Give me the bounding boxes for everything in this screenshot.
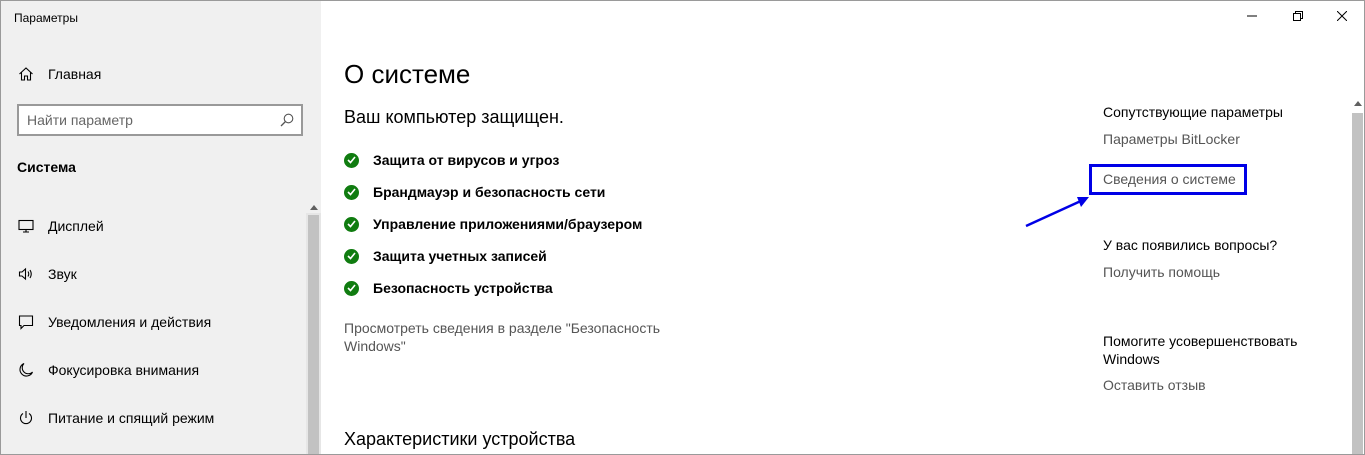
search-icon[interactable]: [279, 112, 295, 128]
search-box[interactable]: [17, 104, 303, 136]
page-title: О системе: [344, 59, 471, 89]
feedback-link[interactable]: Оставить отзыв: [1103, 377, 1206, 393]
sidebar-item-label: Звук: [48, 266, 77, 282]
checkmark-icon: [344, 280, 359, 296]
bitlocker-link[interactable]: Параметры BitLocker: [1103, 131, 1240, 147]
get-help-link[interactable]: Получить помощь: [1103, 264, 1220, 280]
improve-windows-heading: Помогите усовершенствовать Windows: [1103, 333, 1298, 367]
sidebar-item-display[interactable]: Дисплей: [1, 206, 306, 246]
sidebar-scroll-thumb[interactable]: [308, 215, 319, 454]
sidebar-item-label: Главная: [48, 66, 102, 82]
check-item: Управление приложениями/браузером: [344, 214, 642, 234]
window-title: Параметры: [14, 11, 78, 25]
windows-security-link[interactable]: Просмотреть сведения в разделе "Безопасн…: [344, 319, 674, 355]
check-label: Защита учетных записей: [373, 248, 547, 264]
notification-icon: [17, 313, 35, 331]
check-item: Защита от вирусов и угроз: [344, 150, 559, 170]
checkmark-icon: [344, 216, 359, 232]
section-heading: Система: [17, 159, 76, 175]
restore-button[interactable]: [1275, 1, 1321, 33]
protection-heading: Ваш компьютер защищен.: [344, 107, 564, 127]
sidebar-item-sound[interactable]: Звук: [1, 254, 306, 294]
close-button[interactable]: [1319, 1, 1364, 33]
restore-icon: [1293, 8, 1303, 26]
settings-window: Параметры Главная Система Дисплей Звук: [0, 0, 1365, 455]
annotation-highlight-box: [1089, 164, 1247, 195]
close-icon: [1336, 8, 1348, 26]
sidebar-item-power[interactable]: Питание и спящий режим: [1, 398, 306, 438]
questions-heading: У вас появились вопросы?: [1103, 237, 1278, 253]
sidebar-item-focus[interactable]: Фокусировка внимания: [1, 350, 306, 390]
annotation-arrow-icon: [1025, 197, 1089, 228]
sidebar-item-label: Питание и спящий режим: [48, 410, 215, 426]
related-settings-heading: Сопутствующие параметры: [1103, 104, 1283, 120]
sidebar-item-label: Дисплей: [48, 218, 104, 234]
check-item: Безопасность устройства: [344, 278, 553, 298]
moon-icon: [17, 361, 35, 379]
sidebar-item-home[interactable]: Главная: [1, 54, 306, 94]
scroll-up-arrow-icon[interactable]: [1350, 96, 1364, 110]
checkmark-icon: [344, 152, 359, 168]
home-icon: [17, 65, 35, 83]
check-item: Защита учетных записей: [344, 246, 547, 266]
minimize-icon: [1247, 8, 1257, 26]
search-input[interactable]: [27, 111, 267, 129]
scroll-up-arrow-icon[interactable]: [306, 201, 321, 213]
check-label: Безопасность устройства: [373, 280, 553, 296]
checkmark-icon: [344, 184, 359, 200]
check-label: Брандмауэр и безопасность сети: [373, 184, 606, 200]
check-label: Управление приложениями/браузером: [373, 216, 643, 232]
device-specs-heading: Характеристики устройства: [344, 429, 576, 449]
sidebar: Параметры Главная Система Дисплей Звук: [1, 1, 321, 454]
checkmark-icon: [344, 248, 359, 264]
sidebar-item-label: Уведомления и действия: [48, 314, 212, 330]
sidebar-item-label: Фокусировка внимания: [48, 362, 200, 378]
check-item: Брандмауэр и безопасность сети: [344, 182, 605, 202]
power-icon: [17, 409, 35, 427]
minimize-button[interactable]: [1229, 1, 1275, 33]
sidebar-item-notifications[interactable]: Уведомления и действия: [1, 302, 306, 342]
main-scroll-thumb[interactable]: [1352, 113, 1363, 454]
speaker-icon: [17, 265, 35, 283]
monitor-icon: [17, 217, 35, 235]
check-label: Защита от вирусов и угроз: [373, 152, 560, 168]
